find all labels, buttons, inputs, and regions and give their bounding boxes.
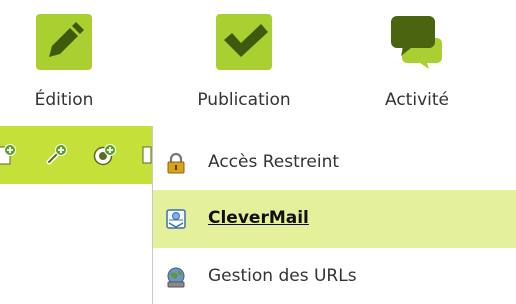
tab-activite[interactable]: Activité: [352, 0, 482, 126]
globe-icon: [167, 267, 185, 288]
add-page-icon[interactable]: [0, 143, 16, 167]
padlock-icon: [167, 152, 185, 174]
menu-item-acces-restreint[interactable]: Accès Restreint: [153, 134, 516, 192]
tab-publication-label: Publication: [197, 90, 291, 110]
toolbar: [0, 126, 152, 184]
admin-page: Édition Publication Activité Accès Restr…: [0, 0, 516, 304]
tab-edition[interactable]: Édition: [18, 0, 110, 126]
newsletter-icon: [166, 209, 186, 229]
publication-menu: Accès Restreint CleverMail Gestion des U…: [152, 126, 516, 304]
speech-bubbles-icon: [391, 16, 442, 69]
menu-item-label: Gestion des URLs: [208, 266, 357, 286]
menu-item-gestion-urls[interactable]: Gestion des URLs: [153, 248, 516, 304]
menu-item-label: Accès Restreint: [208, 152, 340, 172]
menu-item-clevermail[interactable]: CleverMail: [153, 190, 516, 248]
tab-publication[interactable]: Publication: [170, 0, 318, 126]
add-link-icon[interactable]: [43, 143, 67, 167]
left-panel: [0, 184, 152, 304]
more-icon[interactable]: [140, 143, 152, 167]
pencil-icon: [36, 14, 92, 70]
add-widget-icon[interactable]: [92, 143, 116, 167]
tab-edition-label: Édition: [34, 90, 94, 110]
menu-item-label: CleverMail: [208, 208, 309, 228]
checkmark-icon: [216, 14, 272, 70]
tab-activite-label: Activité: [385, 90, 449, 110]
